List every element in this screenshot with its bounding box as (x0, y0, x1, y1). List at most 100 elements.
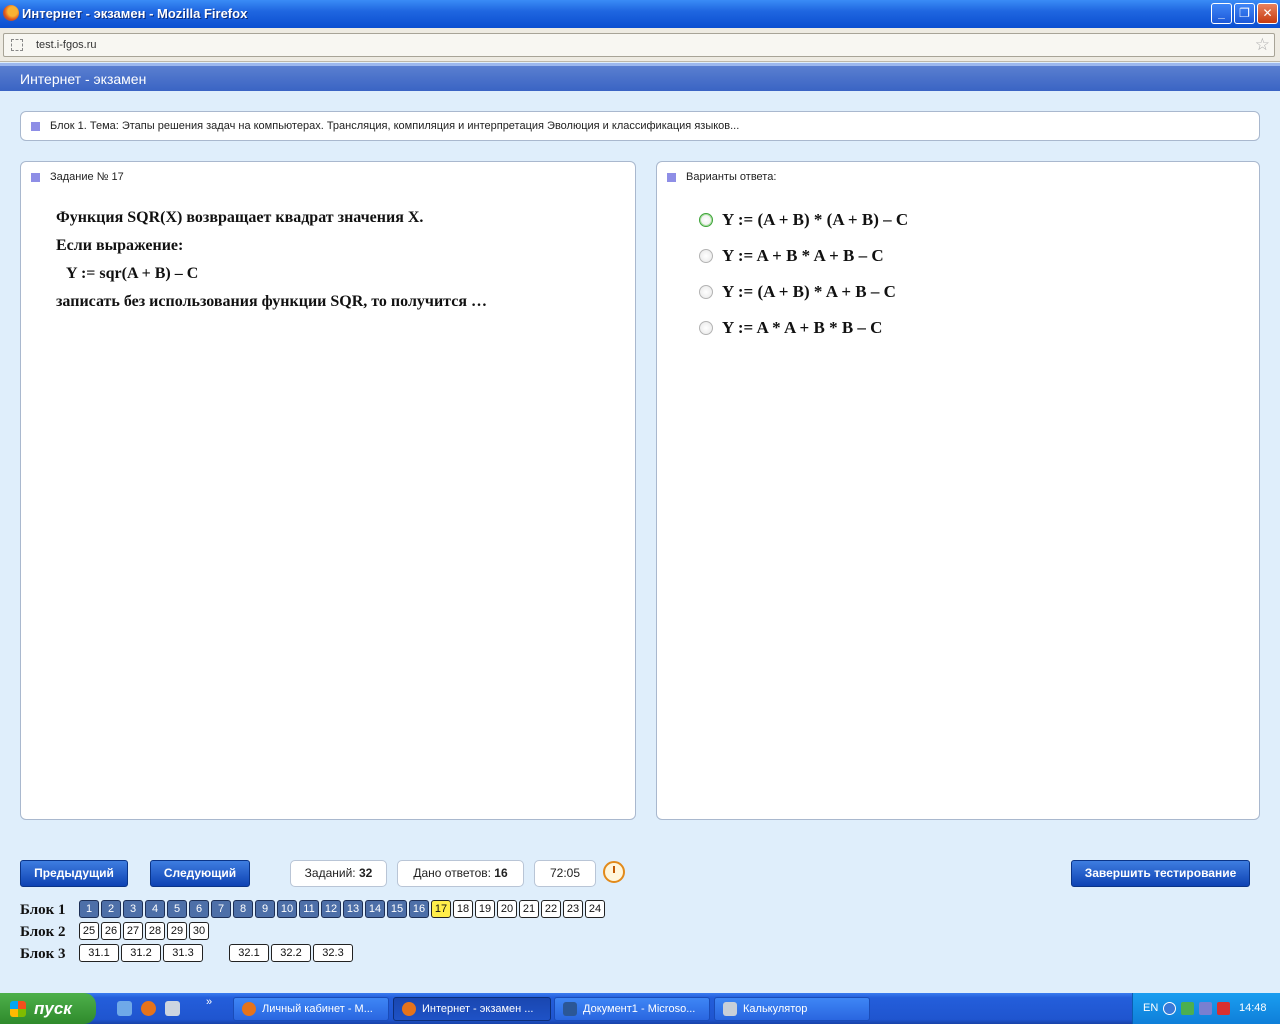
answers-panel: Варианты ответа: Y := (A + B) * (A + B) … (656, 161, 1260, 820)
question-number-20[interactable]: 20 (497, 900, 517, 918)
question-number-15[interactable]: 15 (387, 900, 407, 918)
question-number-18[interactable]: 18 (453, 900, 473, 918)
question-number-10[interactable]: 10 (277, 900, 297, 918)
question-number-21[interactable]: 21 (519, 900, 539, 918)
firefox-quicklaunch-icon[interactable] (141, 1001, 156, 1016)
question-number-4[interactable]: 4 (145, 900, 165, 918)
bookmark-star-icon[interactable]: ☆ (1255, 35, 1270, 55)
question-number-31-3[interactable]: 31.3 (163, 944, 203, 962)
question-number-5[interactable]: 5 (167, 900, 187, 918)
block-1-label: Блок 1 (20, 902, 66, 918)
question-number-31-2[interactable]: 31.2 (121, 944, 161, 962)
question-number-24[interactable]: 24 (585, 900, 605, 918)
question-number-7[interactable]: 7 (211, 900, 231, 918)
previous-button[interactable]: Предыдущий (20, 860, 128, 887)
taskbar-window-1[interactable]: Личный кабинет - М... (233, 997, 389, 1021)
radio-button[interactable] (699, 285, 713, 299)
app-title: Интернет - экзамен (20, 71, 147, 87)
page-icon (11, 39, 23, 51)
tray-clock: 14:48 (1239, 1002, 1267, 1014)
question-number-12[interactable]: 12 (321, 900, 341, 918)
ie-quicklaunch-icon[interactable] (117, 1001, 132, 1016)
system-tray: EN 14:48 (1132, 993, 1280, 1024)
taskbar-window-2[interactable]: Интернет - экзамен ... (393, 997, 551, 1021)
desktop-quicklaunch-icon[interactable] (165, 1001, 180, 1016)
minimize-button[interactable]: _ (1211, 3, 1232, 24)
bullet-icon (31, 121, 40, 131)
maximize-button[interactable]: ❐ (1234, 3, 1255, 24)
tasks-count-label: Заданий: (304, 866, 356, 880)
block-topic-bar: Блок 1. Тема: Этапы решения задач на ком… (20, 111, 1260, 141)
safely-remove-icon[interactable] (1199, 1002, 1212, 1015)
taskbar-window-4[interactable]: Калькулятор (714, 997, 870, 1021)
radio-button[interactable] (699, 321, 713, 335)
answered-count-label: Дано ответов: (413, 866, 491, 880)
task-panel: Задание № 17 Функция SQR(X) возвращает к… (20, 161, 636, 820)
navigation-bar: test.i-fgos.ru ☆ (0, 28, 1280, 62)
radio-button[interactable] (699, 249, 713, 263)
question-number-13[interactable]: 13 (343, 900, 363, 918)
finish-test-button[interactable]: Завершить тестирование (1071, 860, 1250, 887)
question-number-2[interactable]: 2 (101, 900, 121, 918)
close-button[interactable]: ✕ (1257, 3, 1278, 24)
taskbar-window-label: Личный кабинет - М... (262, 1003, 373, 1015)
task-line: Функция SQR(X) возвращает квадрат значен… (56, 209, 424, 226)
question-number-32-2[interactable]: 32.2 (271, 944, 311, 962)
question-number-8[interactable]: 8 (233, 900, 253, 918)
task-line: Если выражение: (56, 237, 184, 254)
radio-button[interactable] (699, 213, 713, 227)
answer-label[interactable]: Y := A + B * A + B – C (722, 246, 884, 266)
question-number-30[interactable]: 30 (189, 922, 209, 940)
question-number-22[interactable]: 22 (541, 900, 561, 918)
tray-expand-icon[interactable] (1163, 1002, 1176, 1015)
question-number-19[interactable]: 19 (475, 900, 495, 918)
answer-option-3[interactable]: Y := (A + B) * A + B – C (699, 274, 908, 310)
start-label: пуск (34, 999, 72, 1018)
answer-label[interactable]: Y := (A + B) * A + B – C (722, 282, 896, 302)
taskbar-window-label: Калькулятор (743, 1003, 808, 1015)
next-button[interactable]: Следующий (150, 860, 250, 887)
answer-label[interactable]: Y := (A + B) * (A + B) – C (722, 210, 908, 230)
answer-option-1[interactable]: Y := (A + B) * (A + B) – C (699, 202, 908, 238)
answer-option-4[interactable]: Y := A * A + B * B – C (699, 310, 908, 346)
answer-option-2[interactable]: Y := A + B * A + B – C (699, 238, 908, 274)
question-number-32-1[interactable]: 32.1 (229, 944, 269, 962)
antivirus-icon[interactable] (1217, 1002, 1230, 1015)
task-text: Функция SQR(X) возвращает квадрат значен… (56, 204, 487, 316)
network-icon[interactable] (1181, 1002, 1194, 1015)
url-field[interactable]: test.i-fgos.ru ☆ (3, 33, 1275, 57)
question-number-16[interactable]: 16 (409, 900, 429, 918)
windows-taskbar: пуск » Личный кабинет - М... Интернет - … (0, 993, 1280, 1024)
question-number-6[interactable]: 6 (189, 900, 209, 918)
question-number-32-3[interactable]: 32.3 (313, 944, 353, 962)
firefox-icon (402, 1002, 416, 1016)
question-number-9[interactable]: 9 (255, 900, 275, 918)
taskbar-window-3[interactable]: Документ1 - Microso... (554, 997, 710, 1021)
answer-label[interactable]: Y := A * A + B * B – C (722, 318, 882, 338)
question-number-14[interactable]: 14 (365, 900, 385, 918)
question-number-1[interactable]: 1 (79, 900, 99, 918)
language-indicator[interactable]: EN (1143, 1002, 1158, 1014)
question-number-29[interactable]: 29 (167, 922, 187, 940)
question-number-3[interactable]: 3 (123, 900, 143, 918)
quicklaunch-chevron-icon[interactable]: » (206, 996, 212, 1008)
tasks-count: Заданий: 32 (290, 860, 387, 887)
question-number-28[interactable]: 28 (145, 922, 165, 940)
question-number-23[interactable]: 23 (563, 900, 583, 918)
question-number-25[interactable]: 25 (79, 922, 99, 940)
question-number-31-1[interactable]: 31.1 (79, 944, 119, 962)
block-3-label: Блок 3 (20, 946, 66, 962)
windows-logo-icon (10, 1001, 26, 1017)
start-button[interactable]: пуск (0, 993, 96, 1024)
question-number-17[interactable]: 17 (431, 900, 451, 918)
question-number-27[interactable]: 27 (123, 922, 143, 940)
tasks-count-value: 32 (358, 866, 373, 880)
question-number-26[interactable]: 26 (101, 922, 121, 940)
block-2-label: Блок 2 (20, 924, 66, 940)
answered-count-value: 16 (494, 866, 508, 880)
block-2-questions: 25 26 27 28 29 30 (79, 922, 211, 940)
question-number-11[interactable]: 11 (299, 900, 319, 918)
window-title: Интернет - экзамен - Mozilla Firefox (22, 6, 248, 21)
block-topic-text: Блок 1. Тема: Этапы решения задач на ком… (50, 120, 740, 132)
task-expression: Y := sqr(A + B) – C (66, 265, 199, 282)
